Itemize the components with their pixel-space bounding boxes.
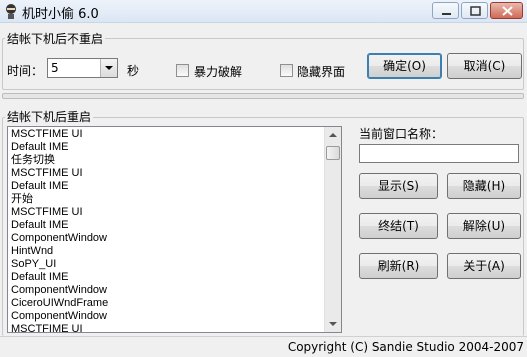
list-item[interactable]: HintWnd [11,245,53,258]
status-bar: Copyright (C) Sandie Studio 2004-2007 [0,336,527,357]
maximize-button[interactable] [461,2,488,19]
hide-ui-checkbox[interactable] [280,64,293,77]
list-item[interactable]: MSCTFIME UI [11,128,83,141]
close-icon [502,6,513,16]
show-button[interactable]: 显示(S) [359,173,438,199]
scroll-up-button[interactable] [325,127,341,144]
ok-button[interactable]: 确定(O) [367,53,442,79]
minimize-icon [442,13,451,15]
list-item[interactable]: ComponentWindow [11,284,107,297]
list-item[interactable]: ComponentWindow [11,232,107,245]
current-window-name-field[interactable] [359,144,519,163]
minimize-button[interactable] [432,2,459,19]
title-bar[interactable]: 机时小偷 6.0 [0,0,527,23]
list-item[interactable]: 开始 [11,193,33,206]
hide-button[interactable]: 隐藏(H) [447,173,521,199]
chevron-down-icon [105,66,113,70]
dropdown-button[interactable] [100,59,117,77]
unlock-button[interactable]: 解除(U) [447,213,521,239]
list-item[interactable]: MSCTFIME UI [11,167,83,180]
restart-group-legend: 结帐下机后重启 [5,108,94,125]
list-item[interactable]: CiceroUIWndFrame [11,297,108,310]
scroll-down-button[interactable] [325,315,341,332]
time-unit-label: 秒 [127,64,140,78]
time-select-value: 5 [51,61,59,75]
list-item[interactable]: Default IME [11,180,68,193]
list-item[interactable]: 任务切换 [11,154,55,167]
progress-bar [2,93,524,99]
window-title: 机时小偷 6.0 [22,7,99,22]
list-item[interactable]: SoPY_UI [11,258,56,271]
copyright-text: Copyright (C) Sandie Studio 2004-2007 [287,340,524,354]
close-button[interactable] [490,2,523,19]
no-restart-group-legend: 结帐下机后不重启 [5,30,106,47]
vertical-scrollbar[interactable] [324,127,341,332]
ninja-icon [3,3,19,19]
force-crack-checkbox[interactable] [176,64,189,77]
hide-ui-label[interactable]: 隐藏界面 [297,63,345,80]
list-item[interactable]: MSCTFIME UI [11,323,83,332]
chevron-up-icon [329,133,337,137]
scroll-thumb[interactable] [326,146,340,160]
maximize-icon [470,6,481,16]
about-button[interactable]: 关于(A) [447,253,521,279]
chevron-down-icon [329,322,337,326]
list-item[interactable]: Default IME [11,141,68,154]
cancel-button[interactable]: 取消(C) [447,53,522,79]
time-label: 时间： [7,64,44,78]
list-item[interactable]: Default IME [11,271,68,284]
list-item[interactable]: MSCTFIME UI [11,206,83,219]
force-crack-label[interactable]: 暴力破解 [194,63,242,80]
terminate-button[interactable]: 终结(T) [359,213,438,239]
list-item[interactable]: Default IME [11,219,68,232]
list-item[interactable]: ComponentWindow [11,310,107,323]
refresh-button[interactable]: 刷新(R) [359,253,438,279]
time-select[interactable]: 5 [47,58,118,78]
current-window-label: 当前窗口名称： [359,127,444,141]
window-list[interactable]: MSCTFIME UI Default IME 任务切换 MSCTFIME UI Def… [7,126,342,333]
